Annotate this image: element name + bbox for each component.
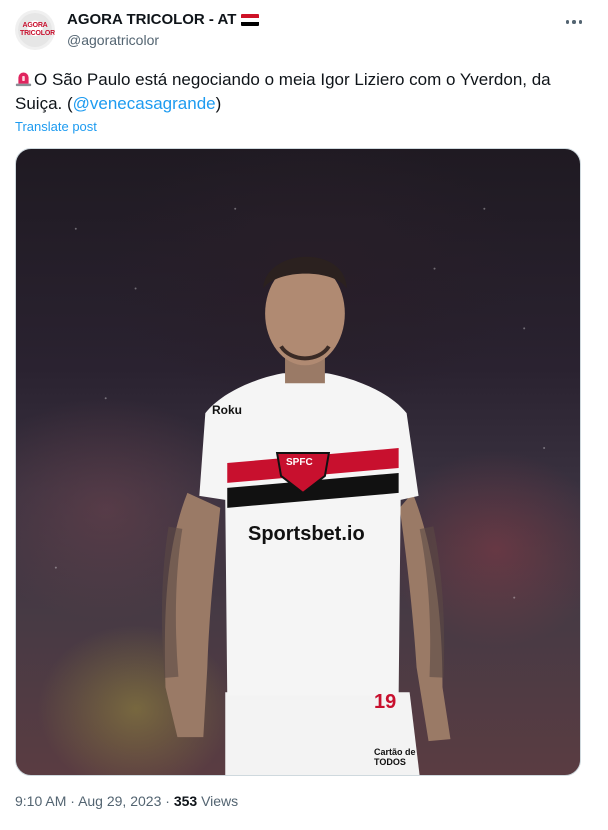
avatar[interactable]: AGORA TRICOLOR — [15, 10, 55, 50]
author-handle[interactable]: @agoratricolor — [67, 32, 159, 48]
jersey-crest-text: SPFC — [286, 457, 313, 468]
jersey-sponsor: Sportsbet.io — [248, 523, 365, 545]
tweet-meta: 9:10 AM · Aug 29, 2023 · 353 Views — [15, 793, 238, 809]
author-name-row: AGORA TRICOLOR - AT — [67, 11, 260, 28]
post-date[interactable]: Aug 29, 2023 — [78, 793, 161, 809]
police-siren-icon — [15, 72, 32, 87]
jersey-number: 19 — [374, 691, 397, 713]
avatar-logo: AGORA TRICOLOR — [18, 13, 55, 47]
post-time[interactable]: 9:10 AM — [15, 793, 66, 809]
meta-separator: · — [165, 793, 170, 809]
jersey-sleeve-sponsor: Roku — [212, 403, 242, 417]
tweet-text: O São Paulo está negociando o meia Igor … — [15, 68, 585, 116]
translate-post-link[interactable]: Translate post — [15, 119, 97, 134]
tweet-body-end: ) — [215, 94, 222, 113]
tweet-photo[interactable]: Sportsbet.io SPFC Roku 19 Cartão de TODO… — [15, 148, 581, 776]
meta-separator: · — [70, 793, 75, 809]
more-options-icon[interactable] — [562, 10, 586, 34]
avatar-text: AGORA TRICOLOR — [20, 22, 55, 37]
shorts-sponsor: Cartão de TODOS — [374, 747, 416, 767]
views-count: 353 — [173, 793, 198, 809]
egypt-flag-icon — [241, 13, 260, 26]
mention-link[interactable]: @venecasagrande — [73, 94, 216, 113]
tweet: AGORA TRICOLOR AGORA TRICOLOR - AT @agor… — [0, 0, 608, 830]
display-name[interactable]: AGORA TRICOLOR - AT — [67, 11, 236, 28]
views-label: Views — [201, 793, 239, 809]
